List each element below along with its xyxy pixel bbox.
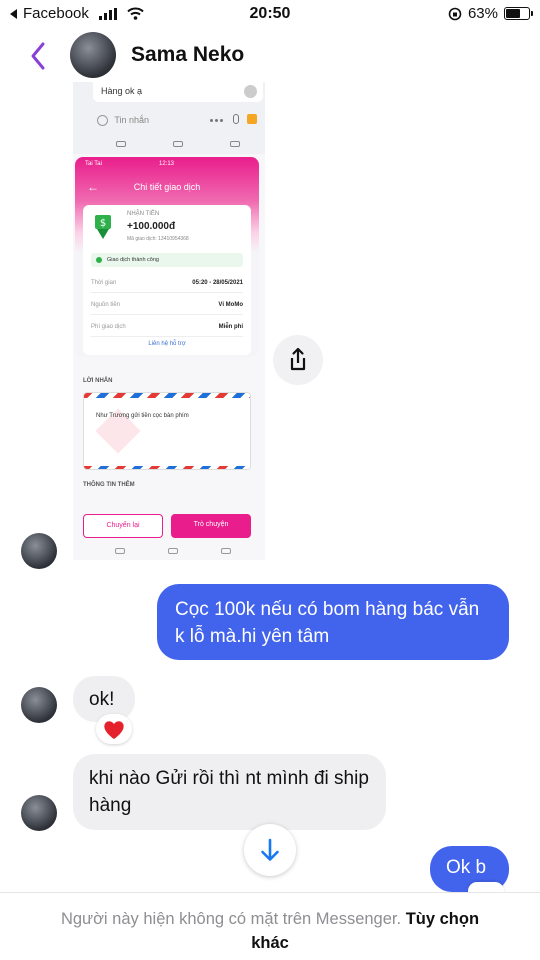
arrow-down-icon	[261, 838, 279, 861]
contact-name[interactable]: Sama Neko	[131, 43, 244, 67]
battery-percent: 63%	[467, 5, 498, 22]
heart-reaction[interactable]	[96, 714, 132, 744]
photo-section-message: LỜI NHẮN	[83, 378, 113, 384]
contact-avatar[interactable]	[70, 32, 116, 78]
photo-nav-bar	[93, 138, 263, 150]
photo-note-envelope: Như Trương gửi tiền cọc bàn phím	[83, 392, 251, 470]
photo-receive-label: NHẬN TIỀN	[127, 211, 160, 217]
chevron-left-icon[interactable]	[26, 40, 50, 72]
photo-chat-button: Trò chuyện	[171, 514, 251, 538]
photo-txn-code: Mã giao dịch: 13410954368	[127, 236, 189, 242]
status-bar: Facebook 20:50 63%	[0, 0, 540, 28]
footer-notice: Người này hiện không có mặt trên Messeng…	[0, 892, 540, 960]
photo-card-title: Chi tiết giao dịch	[133, 182, 201, 192]
photo-section-more: THÔNG TIN THÊM	[83, 482, 135, 488]
row-label: Phí giao dịch	[91, 324, 126, 330]
photo-transaction-card: Tai Tai 12:13 ← Chi tiết giao dịch $ NHẬ…	[75, 157, 259, 357]
photo-row-time: Thời gian 05:20 - 28/05/2021	[91, 275, 243, 293]
photo-nav-bar-bottom	[93, 545, 253, 557]
photo-carrier: Tai Tai	[85, 161, 102, 167]
photo-note-text: Như Trương gửi tiền cọc bàn phím	[96, 413, 189, 419]
photo-status: Giao dịch thành công	[91, 253, 243, 267]
chevron-down-icon	[244, 85, 257, 98]
row-value: 05:20 - 28/05/2021	[192, 280, 243, 286]
incoming-message[interactable]: khi nào Gửi rồi thì nt mình đi ship hàng	[73, 754, 386, 830]
photo-resend-button: Chuyển lại	[83, 514, 163, 538]
row-value: Ví MoMo	[218, 302, 243, 308]
svg-text:$: $	[100, 218, 106, 229]
battery-icon	[504, 7, 533, 20]
photo-prev-message-text: Hàng ok ạ	[101, 86, 143, 96]
orientation-lock-icon	[448, 7, 462, 20]
photo-input-placeholder: Tin nhắn	[114, 115, 150, 125]
avatar[interactable]	[21, 533, 57, 569]
conversation-header: Sama Neko	[0, 28, 540, 84]
image-icon	[247, 114, 257, 124]
row-value: Miễn phí	[218, 324, 243, 330]
photo-row-source: Nguồn tiền Ví MoMo	[91, 297, 243, 315]
scroll-to-bottom-button[interactable]	[244, 824, 296, 876]
emoji-icon	[97, 115, 108, 127]
share-button[interactable]	[273, 335, 323, 385]
more-icon	[210, 114, 225, 124]
mic-icon	[233, 114, 239, 124]
avatar[interactable]	[21, 795, 57, 831]
footer-notice-text: Người này hiện không có mặt trên Messeng…	[60, 910, 402, 928]
photo-prev-message: Hàng ok ạ	[93, 82, 263, 102]
heart-icon	[104, 721, 124, 739]
photo-input-bar: Tin nhắn	[93, 110, 263, 130]
row-label: Thời gian	[91, 280, 117, 286]
outgoing-message[interactable]: Cọc 100k nếu có bom hàng bác vẫn k lỗ mà…	[157, 584, 509, 660]
money-receive-icon: $	[95, 215, 111, 239]
photo-chat-area: Hàng ok ạ Tin nhắn	[73, 82, 265, 154]
row-label: Nguồn tiền	[91, 302, 121, 308]
photo-time: 12:13	[159, 161, 175, 167]
avatar[interactable]	[21, 687, 57, 723]
photo-card-body: $ NHẬN TIỀN +100.000đ Mã giao dịch: 1341…	[83, 205, 251, 355]
photo-row-fee: Phí giao dịch Miễn phí	[91, 319, 243, 337]
status-right: 63%	[448, 5, 533, 22]
photo-amount: +100.000đ	[127, 221, 176, 232]
share-icon	[290, 347, 306, 371]
shared-photo-message[interactable]: Hàng ok ạ Tin nhắn Tai Tai 12:13 ← Chi t…	[73, 82, 265, 560]
photo-support-link: Liên hệ hỗ trợ	[148, 341, 186, 347]
